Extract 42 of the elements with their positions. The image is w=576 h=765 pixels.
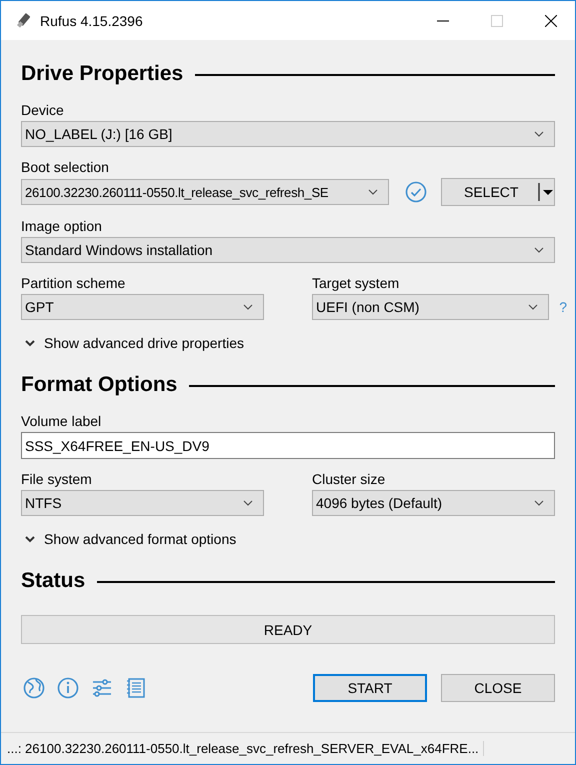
settings-icon[interactable] bbox=[91, 677, 113, 699]
chevron-down-icon bbox=[368, 189, 378, 195]
boot-selection-dropdown[interactable]: 26100.32230.260111-0550.lt_release_svc_refresh_SE bbox=[21, 179, 389, 205]
image-option-dropdown[interactable]: Standard Windows installation bbox=[21, 237, 555, 263]
section-heading: Status bbox=[21, 569, 86, 593]
file-system-dropdown[interactable]: NTFS bbox=[21, 490, 264, 516]
section-heading: Drive Properties bbox=[21, 62, 184, 86]
info-icon[interactable] bbox=[57, 677, 79, 699]
action-button[interactable]: CLOSE bbox=[441, 674, 555, 702]
field-label: Boot selection bbox=[21, 159, 110, 175]
field-label: Image option bbox=[21, 218, 103, 234]
volume-label-field[interactable]: SSS_X64FREE_EN-US_DV9 bbox=[21, 432, 555, 459]
chevron-down-icon bbox=[528, 304, 538, 310]
usb-drive-icon bbox=[14, 12, 32, 30]
field-label: Cluster size bbox=[312, 471, 386, 487]
chevron-down-icon bbox=[534, 500, 544, 506]
field-label: Partition scheme bbox=[21, 275, 126, 291]
chevron-down-icon bbox=[243, 304, 253, 310]
partition-scheme-dropdown[interactable]: GPT bbox=[21, 294, 264, 320]
window-title: Rufus 4.15.2396 bbox=[40, 12, 143, 28]
field-label: Device bbox=[21, 102, 65, 118]
cluster-size-dropdown[interactable]: 4096 bytes (Default) bbox=[312, 490, 555, 516]
chevron-down-icon bbox=[243, 500, 253, 506]
checkmark-icon bbox=[405, 181, 427, 203]
status-text: ...: 26100.32230.260111-0550.lt_release_svc_refresh_SERVER_EVAL_x64FRE... bbox=[7, 740, 484, 756]
advanced-toggle[interactable]: Show advanced format options bbox=[25, 531, 236, 547]
log-icon[interactable] bbox=[125, 677, 147, 699]
field-label: Volume label bbox=[21, 413, 102, 429]
target-system-dropdown[interactable]: UEFI (non CSM) bbox=[312, 294, 550, 320]
select-button[interactable]: SELECT bbox=[441, 178, 555, 206]
chevron-down-icon bbox=[534, 131, 544, 137]
maximize-icon[interactable] bbox=[491, 14, 503, 26]
device-dropdown[interactable]: NO_LABEL (J:) [16 GB] bbox=[21, 121, 555, 147]
dropdown-arrow-icon bbox=[538, 182, 554, 202]
close-icon[interactable] bbox=[545, 14, 557, 26]
action-button[interactable]: START bbox=[313, 674, 427, 702]
field-label: File system bbox=[21, 471, 93, 487]
globe-icon[interactable] bbox=[23, 677, 45, 699]
section-heading: Format Options bbox=[21, 373, 178, 397]
advanced-toggle[interactable]: Show advanced drive properties bbox=[25, 335, 244, 351]
field-label: Target system bbox=[312, 275, 400, 291]
chevron-down-icon bbox=[534, 247, 544, 253]
